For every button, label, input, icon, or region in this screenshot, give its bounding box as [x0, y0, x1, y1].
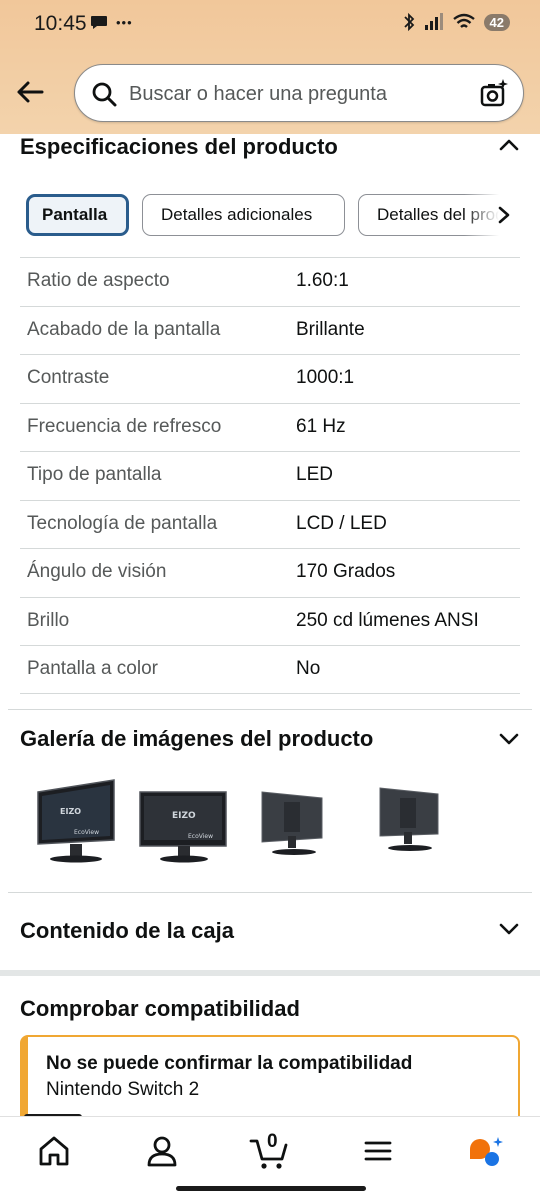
spec-label: Brillo	[27, 609, 70, 631]
spec-value: 250 cd lúmenes ANSI	[296, 609, 479, 631]
monitor-thumbnail-front[interactable]: EIZO EcoView	[136, 778, 232, 868]
spec-value: 1000:1	[296, 367, 355, 388]
thumb-brand-text: EIZO	[172, 811, 196, 821]
more-notifications-icon: •••	[116, 14, 133, 30]
search-icon	[92, 82, 117, 107]
spec-label: Ángulo de visión	[27, 561, 167, 582]
table-row: Contraste 1000:1	[20, 354, 520, 403]
spec-value: LCD / LED	[296, 512, 387, 534]
bluetooth-icon	[403, 12, 414, 32]
compat-device-name: Nintendo Switch 2	[46, 1079, 200, 1100]
camera-search-icon[interactable]	[479, 79, 509, 109]
tab-pantalla[interactable]: Pantalla	[26, 194, 129, 236]
app-header: 10:45 ••• 42	[0, 0, 540, 134]
spec-label: Acabado de la pantalla	[27, 318, 221, 340]
menu-icon[interactable]	[358, 1131, 398, 1171]
spec-label: Ratio de aspecto	[27, 270, 170, 291]
spec-table: Ratio de aspecto 1.60:1 Acabado de la pa…	[20, 257, 520, 694]
signal-icon	[424, 13, 443, 30]
compat-alert-title: No se puede confirmar la compatibilidad	[46, 1053, 413, 1074]
monitor-thumbnail-back[interactable]	[248, 778, 344, 868]
spec-label: Tecnología de pantalla	[27, 512, 218, 534]
status-bar: 10:45 ••• 42	[0, 0, 540, 50]
table-row: Tecnología de pantalla LCD / LED	[20, 499, 520, 549]
compat-section-title: Comprobar compatibilidad	[20, 996, 300, 1021]
status-time: 10:45	[34, 12, 87, 35]
spec-value: LED	[296, 464, 333, 485]
status-indicators: 42	[402, 12, 510, 32]
thumb-model-text: EcoView	[188, 833, 213, 840]
thumb-model-text: EcoView	[74, 829, 99, 836]
gallery-section-title: Galería de imágenes del producto	[20, 726, 374, 751]
cart-button[interactable]: 0	[248, 1129, 292, 1173]
box-contents-title: Contenido de la caja	[20, 918, 234, 943]
table-row: Ángulo de visión 170 Grados	[20, 548, 520, 597]
section-divider	[8, 892, 532, 893]
spec-label: Frecuencia de refresco	[27, 415, 222, 437]
spec-value: Brillante	[296, 318, 365, 340]
chevron-up-icon[interactable]	[498, 134, 520, 156]
battery-indicator: 42	[483, 13, 510, 31]
spec-tabs: Pantalla Detalles adicionales Detalles d…	[26, 194, 514, 236]
status-notifications: •••	[90, 14, 133, 30]
wifi-icon	[452, 13, 475, 28]
tab-detalles-adicionales[interactable]: Detalles adicionales	[142, 194, 345, 236]
spec-value: No	[296, 658, 321, 679]
compat-alert-box[interactable]: No se puede confirmar la compatibilidad …	[20, 1035, 520, 1125]
chevron-right-icon[interactable]	[494, 204, 514, 226]
table-row: Acabado de la pantalla Brillante	[20, 305, 520, 355]
chevron-down-icon[interactable]	[498, 728, 520, 750]
table-row: Tipo de pantalla LED	[20, 451, 520, 500]
thumb-brand-text: EIZO	[60, 807, 81, 816]
spec-label: Pantalla a color	[27, 658, 158, 679]
back-arrow-icon[interactable]	[14, 76, 46, 108]
search-bar[interactable]	[74, 64, 524, 122]
spec-value: 1.60:1	[296, 270, 349, 291]
account-icon[interactable]	[142, 1131, 182, 1171]
chevron-down-icon[interactable]	[498, 918, 520, 940]
search-input[interactable]	[129, 81, 469, 107]
section-separator	[0, 970, 540, 976]
table-row: Pantalla a color No	[20, 645, 520, 694]
spec-value: 61 Hz	[296, 415, 346, 437]
monitor-thumbnail-front-left[interactable]: EIZO EcoView	[30, 778, 126, 868]
home-indicator	[176, 1186, 366, 1191]
chat-bubble-icon	[91, 16, 107, 29]
spec-label: Tipo de pantalla	[27, 464, 162, 485]
table-row: Brillo 250 cd lúmenes ANSI	[20, 596, 520, 646]
table-row: Frecuencia de refresco 61 Hz	[20, 402, 520, 452]
specs-section-title: Especificaciones del producto	[20, 134, 338, 159]
table-row: Ratio de aspecto 1.60:1	[20, 257, 520, 306]
image-gallery: EIZO EcoView EIZO EcoView	[20, 778, 520, 868]
spec-value: 170 Grados	[296, 561, 396, 582]
rufus-assistant-icon[interactable]	[464, 1131, 508, 1171]
home-icon[interactable]	[34, 1131, 74, 1171]
cart-count: 0	[267, 1131, 278, 1152]
section-divider	[8, 709, 532, 710]
monitor-thumbnail-back-side[interactable]	[360, 778, 456, 868]
spec-label: Contraste	[27, 367, 110, 388]
